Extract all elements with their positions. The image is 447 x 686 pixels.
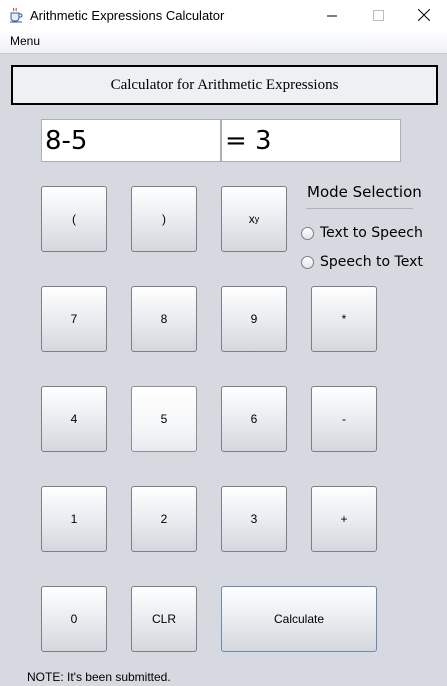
menu-bar: Menu — [0, 31, 447, 54]
radio-label-text-to-speech: Text to Speech — [320, 225, 423, 241]
minimize-icon — [327, 6, 337, 25]
expression-input[interactable]: 8-5 — [41, 119, 221, 162]
radio-speech-to-text[interactable]: Speech to Text — [301, 254, 423, 270]
digit-7-button[interactable]: 7 — [41, 286, 107, 352]
clear-button[interactable]: CLR — [131, 586, 197, 652]
result-display: = 3 — [221, 119, 401, 162]
radio-button-circle[interactable] — [301, 226, 314, 240]
java-cup-icon — [8, 7, 24, 23]
digit-9-button[interactable]: 9 — [221, 286, 287, 352]
minimize-button[interactable] — [309, 0, 355, 31]
minus-button[interactable]: - — [311, 386, 377, 452]
digit-1-button[interactable]: 1 — [41, 486, 107, 552]
digit-2-button[interactable]: 2 — [131, 486, 197, 552]
close-icon — [417, 6, 431, 25]
open-paren-button[interactable]: ( — [41, 186, 107, 252]
maximize-icon — [372, 6, 384, 25]
maximize-button[interactable] — [355, 0, 401, 31]
calculate-button[interactable]: Calculate — [221, 586, 377, 652]
digit-4-button[interactable]: 4 — [41, 386, 107, 452]
status-note: NOTE: It's been submitted. — [27, 670, 171, 684]
digit-8-button[interactable]: 8 — [131, 286, 197, 352]
radio-label-speech-to-text: Speech to Text — [320, 254, 423, 270]
digit-3-button[interactable]: 3 — [221, 486, 287, 552]
digit-5-button[interactable]: 5 — [131, 386, 197, 452]
close-paren-button[interactable]: ) — [131, 186, 197, 252]
power-exponent-label: y — [254, 214, 260, 224]
digit-0-button[interactable]: 0 — [41, 586, 107, 652]
plus-button[interactable]: + — [311, 486, 377, 552]
header-title: Calculator for Arithmetic Expressions — [110, 76, 339, 93]
calculator-window: Arithmetic Expressions Calculator Menu C… — [0, 0, 447, 686]
mode-separator — [306, 208, 413, 209]
mode-selection-title: Mode Selection — [307, 183, 422, 201]
multiply-button[interactable]: * — [311, 286, 377, 352]
radio-text-to-speech[interactable]: Text to Speech — [301, 225, 423, 241]
radio-button-circle[interactable] — [301, 255, 314, 269]
digit-6-button[interactable]: 6 — [221, 386, 287, 452]
menu-item-menu[interactable]: Menu — [10, 34, 40, 48]
title-bar: Arithmetic Expressions Calculator — [0, 0, 447, 31]
power-button[interactable]: xy — [221, 186, 287, 252]
close-button[interactable] — [401, 0, 447, 31]
window-title: Arithmetic Expressions Calculator — [30, 8, 225, 23]
calculator-header: Calculator for Arithmetic Expressions — [11, 65, 438, 105]
